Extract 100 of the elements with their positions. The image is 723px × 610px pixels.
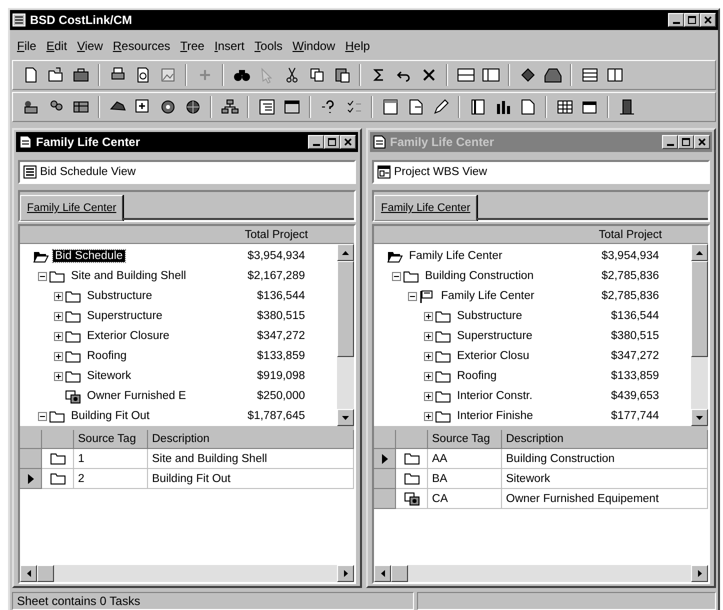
horizontal-scrollbar[interactable] [374, 565, 708, 582]
row-pointer-icon [28, 474, 34, 484]
tree-node[interactable]: Superstructure [455, 330, 534, 342]
tree-node[interactable]: Interior Finishe [455, 410, 536, 422]
tree-node[interactable]: Owner Furnished E [85, 390, 188, 402]
tab[interactable]: Family Life Center [20, 195, 124, 221]
folder-icon [65, 368, 81, 384]
collapse-icon[interactable] [38, 412, 47, 420]
amount: $2,785,836 [600, 290, 659, 302]
tree-node[interactable]: Interior Constr. [455, 390, 534, 402]
tree-node[interactable]: Family Life Center [407, 250, 504, 262]
scroll-thumb[interactable] [691, 261, 708, 357]
table-cell: BA [428, 469, 502, 489]
maximize-button[interactable] [678, 135, 694, 149]
menu-item[interactable]: View [72, 37, 108, 55]
menu-item[interactable]: Help [340, 37, 375, 55]
left-arrow-icon[interactable] [380, 570, 384, 577]
menu-item[interactable]: Tools [250, 37, 288, 55]
expand-icon[interactable] [54, 372, 63, 380]
down-arrow-icon[interactable] [696, 416, 703, 420]
folder-icon [49, 268, 65, 284]
menu-item[interactable]: Resources [108, 37, 176, 55]
right-arrow-icon[interactable] [344, 570, 348, 577]
expand-icon[interactable] [424, 412, 433, 420]
amount: $3,954,934 [246, 250, 305, 262]
scroll-thumb[interactable] [337, 261, 354, 357]
copy-icon [308, 66, 326, 84]
menu-item[interactable]: Insert [209, 37, 250, 55]
expand-icon[interactable] [424, 332, 433, 340]
expand-icon[interactable] [54, 352, 63, 360]
column-header[interactable]: Source Tag [428, 430, 502, 449]
expand-icon[interactable] [424, 352, 433, 360]
close-button[interactable] [700, 13, 716, 27]
flag-folder-icon [419, 288, 435, 304]
minimize-icon [666, 144, 674, 146]
tree-node[interactable]: Exterior Closu [455, 350, 532, 362]
scroll-thumb[interactable] [37, 565, 54, 582]
folder-icon [404, 451, 420, 466]
table-cell: AA [428, 449, 502, 469]
row-header[interactable] [20, 469, 42, 489]
expand-icon[interactable] [54, 292, 63, 300]
amount: $2,785,836 [600, 270, 659, 282]
tree-node[interactable]: Superstructure [85, 310, 164, 322]
column-header[interactable]: Description [502, 430, 708, 449]
tree-node[interactable]: Sitework [85, 370, 134, 382]
vertical-scrollbar[interactable] [691, 244, 708, 426]
expand-icon[interactable] [54, 312, 63, 320]
tab[interactable]: Family Life Center [374, 195, 478, 221]
tree-node[interactable]: Building Construction [423, 270, 536, 282]
collapse-icon[interactable] [38, 272, 47, 280]
left-arrow-icon[interactable] [26, 570, 30, 577]
view-selector[interactable]: Project WBS View [372, 160, 710, 184]
close-button[interactable] [340, 135, 356, 149]
minimize-button[interactable] [668, 13, 684, 27]
row-header[interactable] [374, 449, 396, 469]
menu-item[interactable]: Edit [41, 37, 72, 55]
minimize-button[interactable] [308, 135, 324, 149]
horizontal-scrollbar[interactable] [20, 565, 354, 582]
grid-icon [556, 98, 574, 116]
view-selector[interactable]: Bid Schedule View [18, 160, 356, 184]
close-button[interactable] [694, 135, 710, 149]
right-arrow-icon[interactable] [698, 570, 702, 577]
tree-node[interactable]: Roofing [455, 370, 499, 382]
collapse-icon[interactable] [408, 292, 417, 300]
tree-node[interactable]: Exterior Closure [85, 330, 172, 342]
up-arrow-icon[interactable] [696, 250, 703, 254]
down-arrow-icon[interactable] [342, 416, 349, 420]
expand-icon[interactable] [424, 372, 433, 380]
expand-icon[interactable] [54, 332, 63, 340]
maximize-button[interactable] [684, 13, 700, 27]
menu-item[interactable]: File [12, 37, 42, 55]
vertical-scrollbar[interactable] [337, 244, 354, 426]
expand-icon[interactable] [424, 392, 433, 400]
maximize-button[interactable] [324, 135, 340, 149]
tree-node[interactable]: Roofing [85, 350, 129, 362]
rows-icon [580, 66, 598, 84]
column-header[interactable]: Total Project [598, 228, 662, 240]
up-arrow-icon[interactable] [342, 250, 349, 254]
close-icon [702, 14, 714, 26]
scroll-thumb[interactable] [391, 565, 408, 582]
collapse-icon[interactable] [392, 272, 401, 280]
minimize-button[interactable] [662, 135, 678, 149]
tree-node[interactable]: Site and Building Shell [69, 270, 188, 282]
column-header[interactable]: Source Tag [74, 430, 148, 449]
menu-item[interactable]: Window [288, 37, 340, 55]
tree-node[interactable]: Bid Schedule [53, 250, 125, 262]
tree-node[interactable]: Substructure [455, 310, 524, 322]
paste-icon [332, 66, 350, 84]
folder-icon [435, 308, 451, 324]
tree-node[interactable]: Family Life Center [439, 290, 536, 302]
column-header[interactable]: Total Project [244, 228, 308, 240]
amount: $1,787,645 [246, 410, 305, 422]
equipment-icon [65, 388, 81, 404]
row-pointer-icon [382, 454, 388, 464]
amount: $3,954,934 [600, 250, 659, 262]
expand-icon[interactable] [424, 312, 433, 320]
column-header[interactable]: Description [148, 430, 354, 449]
tree-node[interactable]: Substructure [85, 290, 154, 302]
menu-item[interactable]: Tree [175, 37, 210, 55]
tree-node[interactable]: Building Fit Out [69, 410, 152, 422]
